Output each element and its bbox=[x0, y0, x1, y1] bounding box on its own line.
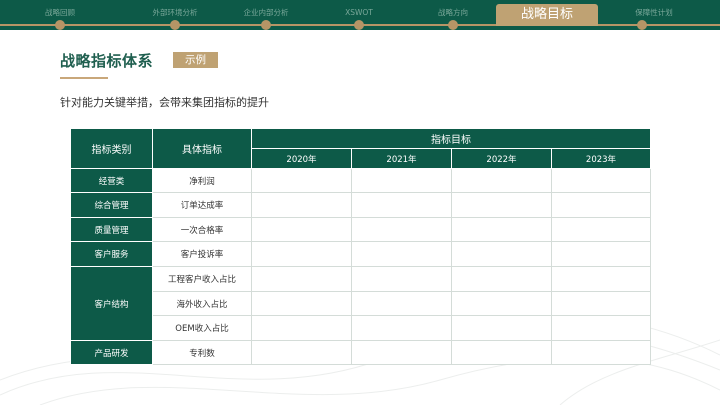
target-cell[interactable] bbox=[551, 217, 651, 242]
target-cell[interactable] bbox=[451, 266, 552, 292]
indicator-cell: 订单达成率 bbox=[152, 192, 252, 218]
target-cell[interactable] bbox=[251, 241, 352, 267]
nav-dot-icon bbox=[261, 20, 271, 30]
page-subtitle: 针对能力关键举措，会带来集团指标的提升 bbox=[60, 96, 269, 109]
table-row: OEM收入占比 bbox=[71, 315, 651, 341]
target-cell[interactable] bbox=[451, 315, 552, 341]
indicator-cell: 净利润 bbox=[152, 168, 252, 193]
indicator-cell: 工程客户收入占比 bbox=[152, 266, 252, 292]
nav-item-plan[interactable]: 保障性计划 bbox=[599, 0, 709, 24]
target-cell[interactable] bbox=[551, 266, 651, 292]
strategic-indicator-table: 指标类别 具体指标 指标目标 2020年 2021年 2022年 2023年 经… bbox=[70, 128, 651, 365]
target-cell[interactable] bbox=[551, 241, 651, 267]
target-cell[interactable] bbox=[451, 291, 552, 316]
nav-dot-icon bbox=[448, 20, 458, 30]
target-cell[interactable] bbox=[251, 168, 352, 193]
target-cell[interactable] bbox=[251, 340, 352, 365]
table-row: 海外收入占比 bbox=[71, 291, 651, 316]
header-targets: 指标目标 bbox=[251, 128, 651, 149]
target-cell[interactable] bbox=[351, 168, 452, 193]
target-cell[interactable] bbox=[551, 340, 651, 365]
header-indicator: 具体指标 bbox=[152, 128, 252, 169]
table-row: 质量管理 一次合格率 bbox=[70, 217, 651, 242]
target-cell[interactable] bbox=[351, 266, 452, 292]
nav-item-strategic-goals-active[interactable]: 战略目标 bbox=[496, 4, 598, 26]
category-cell: 经营类 bbox=[70, 168, 153, 193]
indicator-cell: 客户投诉率 bbox=[152, 241, 252, 267]
target-cell[interactable] bbox=[551, 315, 651, 341]
example-tag: 示例 bbox=[173, 52, 218, 68]
target-cell[interactable] bbox=[551, 168, 651, 193]
page-title: 战略指标体系 bbox=[60, 52, 154, 70]
category-cell: 客户结构 bbox=[70, 266, 153, 341]
nav-dot-icon bbox=[637, 20, 647, 30]
header-category: 指标类别 bbox=[70, 128, 153, 169]
indicator-cell: OEM收入占比 bbox=[152, 315, 252, 341]
target-cell[interactable] bbox=[351, 241, 452, 267]
nav-dot-icon bbox=[354, 20, 364, 30]
category-cell: 质量管理 bbox=[70, 217, 153, 242]
target-cell[interactable] bbox=[551, 291, 651, 316]
target-cell[interactable] bbox=[451, 340, 552, 365]
indicator-cell: 专利数 bbox=[152, 340, 252, 365]
target-cell[interactable] bbox=[551, 192, 651, 218]
title-underline bbox=[60, 77, 108, 79]
target-cell[interactable] bbox=[251, 266, 352, 292]
table-row: 客户服务 客户投诉率 bbox=[70, 241, 651, 267]
header-year: 2021年 bbox=[351, 148, 452, 169]
target-cell[interactable] bbox=[451, 217, 552, 242]
target-cell[interactable] bbox=[251, 315, 352, 341]
header-year: 2023年 bbox=[551, 148, 651, 169]
header-year: 2020年 bbox=[251, 148, 352, 169]
target-cell[interactable] bbox=[351, 340, 452, 365]
category-cell: 客户服务 bbox=[70, 241, 153, 267]
table-row: 产品研发 专利数 bbox=[70, 340, 651, 365]
indicator-cell: 海外收入占比 bbox=[152, 291, 252, 316]
table-row: 经营类 净利润 bbox=[70, 168, 651, 193]
target-cell[interactable] bbox=[351, 291, 452, 316]
target-cell[interactable] bbox=[451, 192, 552, 218]
target-cell[interactable] bbox=[251, 291, 352, 316]
target-cell[interactable] bbox=[351, 217, 452, 242]
nav-dot-icon bbox=[170, 20, 180, 30]
category-cell: 产品研发 bbox=[70, 340, 153, 365]
indicator-cell: 一次合格率 bbox=[152, 217, 252, 242]
target-cell[interactable] bbox=[251, 217, 352, 242]
header-year: 2022年 bbox=[451, 148, 552, 169]
table-row: 客户结构 工程客户收入占比 bbox=[70, 266, 651, 341]
target-cell[interactable] bbox=[451, 168, 552, 193]
category-cell: 综合管理 bbox=[70, 192, 153, 218]
target-cell[interactable] bbox=[351, 192, 452, 218]
table-row: 综合管理 订单达成率 bbox=[70, 192, 651, 218]
target-cell[interactable] bbox=[451, 241, 552, 267]
target-cell[interactable] bbox=[251, 192, 352, 218]
nav-dot-icon bbox=[55, 20, 65, 30]
target-cell[interactable] bbox=[351, 315, 452, 341]
